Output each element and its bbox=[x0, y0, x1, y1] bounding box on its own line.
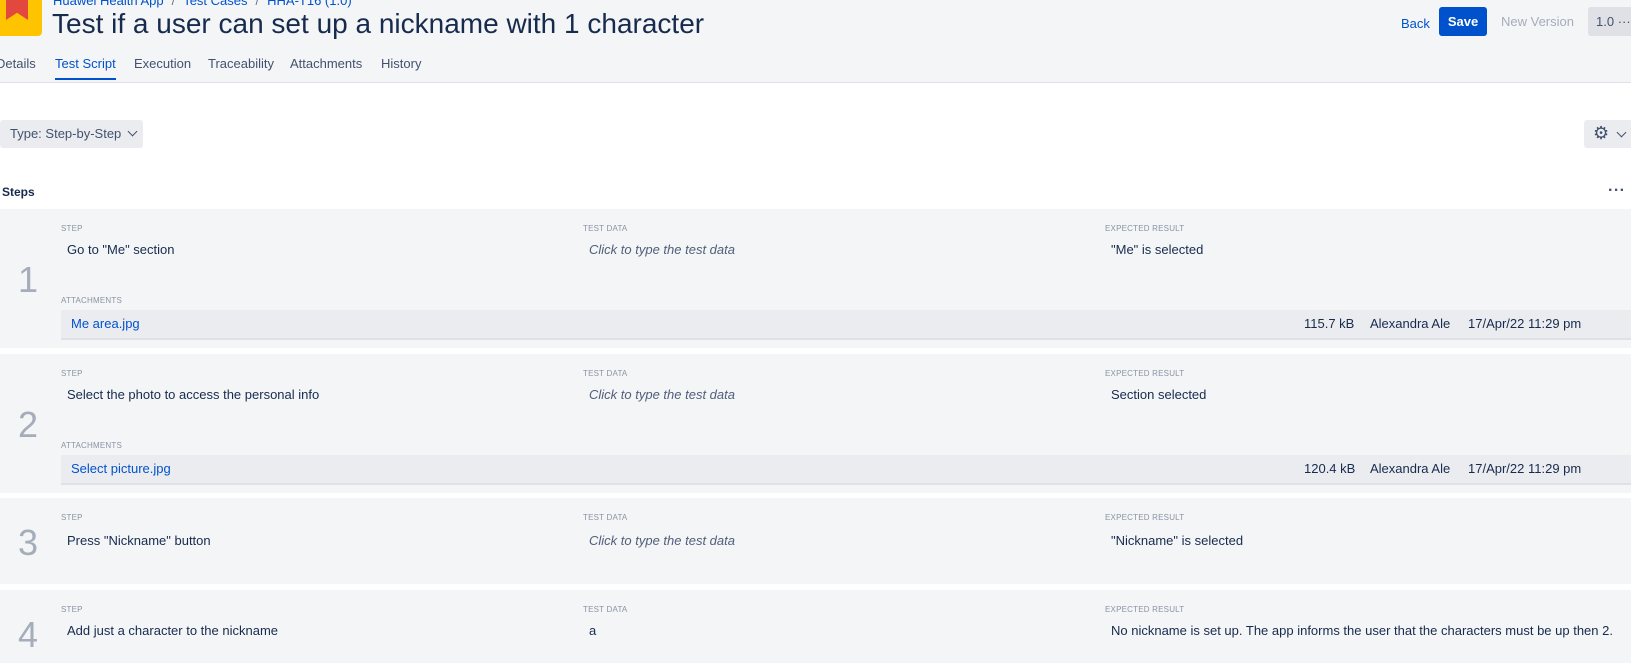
step-number: 4 bbox=[18, 614, 39, 655]
step-number: 1 bbox=[18, 259, 39, 300]
attachment-size: 115.7 kB bbox=[1304, 316, 1355, 331]
step-column-label: STEP bbox=[61, 369, 83, 378]
attachments-label: ATTACHMENTS bbox=[61, 441, 123, 450]
tab-test-script[interactable]: Test Script bbox=[55, 56, 116, 80]
tab-execution[interactable]: Execution bbox=[134, 56, 191, 71]
step-description[interactable]: Add just a character to the nickname bbox=[67, 623, 278, 638]
gear-icon: ⚙ bbox=[1593, 123, 1610, 143]
step-description[interactable]: Go to "Me" section bbox=[67, 242, 175, 257]
chevron-down-icon bbox=[127, 126, 138, 137]
attachment-size: 120.4 kB bbox=[1304, 461, 1356, 476]
expected-result-column-label: EXPECTED RESULT bbox=[1105, 224, 1185, 233]
script-type-label: Type: Step-by-Step bbox=[10, 126, 122, 141]
attachment-row: Select picture.jpg 120.4 kB Alexandra Al… bbox=[61, 455, 1631, 485]
back-button[interactable]: Back bbox=[1401, 10, 1430, 38]
step-row[interactable]: 4 STEP TEST DATA EXPECTED RESULT Add jus… bbox=[0, 590, 1631, 663]
expected-result-column-label: EXPECTED RESULT bbox=[1105, 605, 1185, 614]
attachment-date: 17/Apr/22 11:29 pm bbox=[1468, 461, 1582, 476]
breadcrumb-separator: / bbox=[171, 0, 176, 8]
steps-more-button[interactable]: ··· bbox=[1608, 182, 1625, 200]
attachment-date: 17/Apr/22 11:29 pm bbox=[1468, 316, 1582, 331]
expected-result[interactable]: "Nickname" is selected bbox=[1111, 533, 1243, 548]
expected-result[interactable]: No nickname is set up. The app informs t… bbox=[1111, 623, 1613, 638]
page-header: Huawei Health App / Test Cases / HHA-T16 (1.… bbox=[0, 0, 1631, 83]
expected-result-column-label: EXPECTED RESULT bbox=[1105, 513, 1185, 522]
version-label: 1.0 bbox=[1596, 14, 1615, 29]
steps-heading: Steps bbox=[2, 185, 35, 199]
expected-result[interactable]: "Me" is selected bbox=[1111, 242, 1203, 257]
attachment-link[interactable]: Select picture.jpg bbox=[71, 461, 171, 476]
step-number: 2 bbox=[18, 404, 39, 445]
step-description[interactable]: Press "Nickname" button bbox=[67, 533, 211, 548]
test-data-field[interactable]: Click to type the test data bbox=[589, 242, 735, 257]
step-number: 3 bbox=[18, 522, 39, 563]
tab-details[interactable]: Details bbox=[0, 56, 36, 71]
attachment-author: Alexandra Ale bbox=[1370, 316, 1451, 331]
attachments-label: ATTACHMENTS bbox=[61, 296, 123, 305]
test-data-column-label: TEST DATA bbox=[583, 605, 628, 614]
expected-result[interactable]: Section selected bbox=[1111, 387, 1206, 402]
step-description[interactable]: Select the photo to access the personal … bbox=[67, 387, 319, 402]
settings-menu-button[interactable]: ⚙ bbox=[1584, 120, 1631, 148]
breadcrumb-project[interactable]: Huawei Health App bbox=[53, 0, 164, 8]
save-button[interactable]: Save bbox=[1439, 7, 1487, 36]
step-row[interactable]: 1 STEP TEST DATA EXPECTED RESULT Go to "… bbox=[0, 209, 1631, 348]
expected-result-column-label: EXPECTED RESULT bbox=[1105, 369, 1185, 378]
step-row[interactable]: 2 STEP TEST DATA EXPECTED RESULT Select … bbox=[0, 354, 1631, 493]
breadcrumb: Huawei Health App / Test Cases / HHA-T16 (1.… bbox=[53, 0, 352, 8]
test-data-column-label: TEST DATA bbox=[583, 369, 628, 378]
page-title: Test if a user can set up a nickname wit… bbox=[52, 8, 705, 39]
attachment-row: Me area.jpg 115.7 kB Alexandra Ale 17/Ap… bbox=[61, 310, 1631, 340]
tab-history[interactable]: History bbox=[381, 56, 421, 71]
more-icon: ··· bbox=[1617, 14, 1631, 29]
breadcrumb-test-key[interactable]: HHA-T16 (1.0) bbox=[267, 0, 352, 8]
project-logo[interactable] bbox=[0, 0, 42, 36]
test-data-column-label: TEST DATA bbox=[583, 224, 628, 233]
version-menu-button[interactable]: 1.0 ··· bbox=[1588, 7, 1631, 36]
new-version-button[interactable]: New Version bbox=[1501, 7, 1574, 36]
chevron-down-icon bbox=[1616, 127, 1627, 138]
breadcrumb-test-cases[interactable]: Test Cases bbox=[183, 0, 247, 8]
step-column-label: STEP bbox=[61, 605, 83, 614]
test-data-field[interactable]: Click to type the test data bbox=[589, 533, 735, 548]
script-type-select[interactable]: Type: Step-by-Step bbox=[0, 120, 143, 148]
flag-icon bbox=[6, 0, 28, 20]
attachment-link[interactable]: Me area.jpg bbox=[71, 316, 140, 331]
test-data-field[interactable]: a bbox=[589, 623, 596, 638]
tab-traceability[interactable]: Traceability bbox=[208, 56, 274, 71]
tab-attachments[interactable]: Attachments bbox=[290, 56, 362, 71]
step-column-label: STEP bbox=[61, 224, 83, 233]
step-row[interactable]: 3 STEP TEST DATA EXPECTED RESULT Press "… bbox=[0, 498, 1631, 584]
attachment-author: Alexandra Ale bbox=[1370, 461, 1451, 476]
test-data-column-label: TEST DATA bbox=[583, 513, 628, 522]
test-data-field[interactable]: Click to type the test data bbox=[589, 387, 735, 402]
step-column-label: STEP bbox=[61, 513, 83, 522]
breadcrumb-separator: / bbox=[255, 0, 260, 8]
